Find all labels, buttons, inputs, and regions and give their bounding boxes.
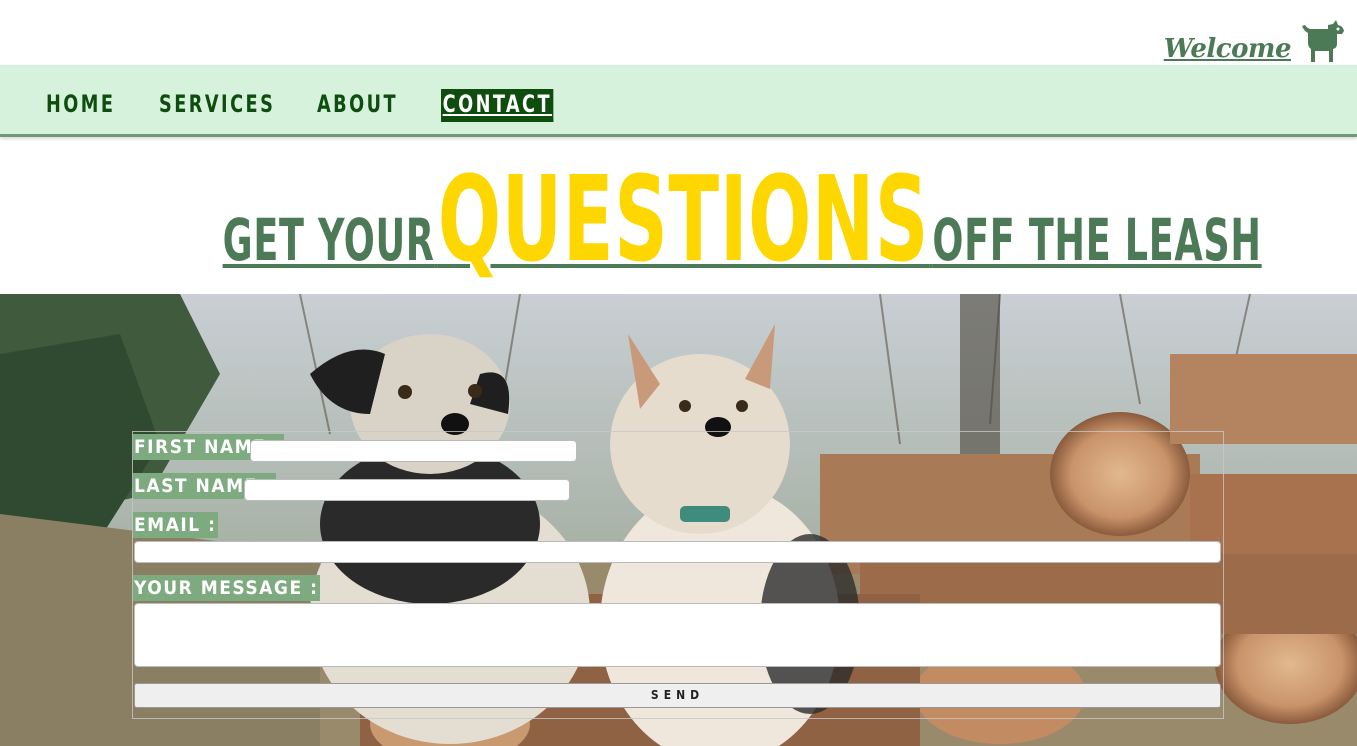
last-name-field[interactable]	[244, 479, 570, 501]
nav-item-services[interactable]: SERVICES	[159, 89, 275, 119]
headline-part1: GET YOUR	[222, 206, 435, 274]
welcome-link[interactable]: Welcome	[1164, 20, 1345, 64]
top-bar: Welcome	[0, 0, 1357, 65]
welcome-label: Welcome	[1163, 34, 1292, 64]
message-label: YOUR MESSAGE :	[133, 575, 321, 601]
nav-item-home[interactable]: HOME	[46, 89, 115, 119]
dog-icon	[1302, 20, 1344, 62]
send-button[interactable]: SEND	[134, 683, 1221, 708]
email-field[interactable]	[134, 541, 1221, 563]
main-nav: HOME SERVICES ABOUT CONTACT	[0, 65, 1357, 137]
hero-background-image: FIRST NAME : LAST NAME : EMAIL : YOUR ME…	[0, 294, 1357, 746]
email-label: EMAIL :	[133, 512, 219, 538]
headline-text: GET YOUR QUESTIONS OFF THE LEASH	[223, 150, 1262, 288]
headline-part3: OFF THE LEASH	[932, 206, 1262, 274]
first-name-field[interactable]	[250, 440, 577, 462]
headline-part2: QUESTIONS	[437, 150, 930, 288]
nav-item-about[interactable]: ABOUT	[317, 89, 398, 119]
nav-item-contact[interactable]: CONTACT	[441, 89, 554, 122]
page-headline: GET YOUR QUESTIONS OFF THE LEASH	[0, 150, 1357, 288]
message-textarea[interactable]	[134, 603, 1221, 667]
contact-form: FIRST NAME : LAST NAME : EMAIL : YOUR ME…	[132, 431, 1224, 719]
